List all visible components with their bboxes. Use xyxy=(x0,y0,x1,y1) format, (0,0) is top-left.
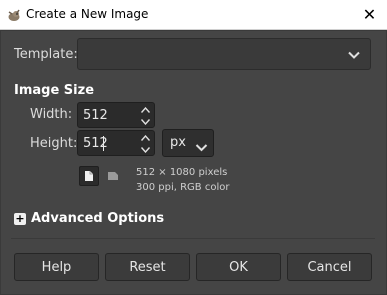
unit-value: px xyxy=(170,135,186,150)
gimp-app-icon xyxy=(7,7,23,23)
reset-button[interactable]: Reset xyxy=(105,253,190,281)
height-decrement-icon[interactable] xyxy=(139,144,151,155)
advanced-options-label: Advanced Options xyxy=(31,211,165,226)
advanced-options-expander[interactable]: + Advanced Options xyxy=(14,211,164,226)
unit-dropdown[interactable]: px xyxy=(162,129,214,157)
divider xyxy=(11,238,375,239)
resolution-text: 300 ppi, RGB color xyxy=(136,182,230,193)
expand-plus-icon: + xyxy=(14,211,26,225)
close-button[interactable]: ✕ xyxy=(352,0,387,29)
height-value: 512 xyxy=(83,136,108,151)
help-button[interactable]: Help xyxy=(14,253,99,281)
pixel-dimensions-text: 512 × 1080 pixels xyxy=(136,167,228,178)
height-spinbox[interactable]: 512 xyxy=(77,130,155,156)
width-increment-icon[interactable] xyxy=(139,104,151,115)
height-increment-icon[interactable] xyxy=(139,132,151,143)
window-title: Create a New Image xyxy=(26,7,149,21)
image-size-heading: Image Size xyxy=(14,83,95,98)
template-dropdown[interactable] xyxy=(77,38,371,70)
portrait-orientation-icon[interactable] xyxy=(79,166,99,186)
chevron-down-icon xyxy=(195,138,208,157)
title-bar: Create a New Image ✕ xyxy=(0,0,387,30)
close-icon: ✕ xyxy=(362,5,377,24)
text-cursor xyxy=(103,136,104,151)
landscape-orientation-icon[interactable] xyxy=(104,167,122,185)
ok-button[interactable]: OK xyxy=(196,253,281,281)
chevron-down-icon xyxy=(347,47,361,66)
width-label: Width: xyxy=(30,107,73,122)
width-spinbox[interactable]: 512 xyxy=(77,102,155,128)
cancel-button[interactable]: Cancel xyxy=(287,253,372,281)
height-label: Height: xyxy=(30,136,78,151)
width-decrement-icon[interactable] xyxy=(139,116,151,127)
template-label: Template: xyxy=(14,47,78,62)
width-value: 512 xyxy=(83,108,108,123)
